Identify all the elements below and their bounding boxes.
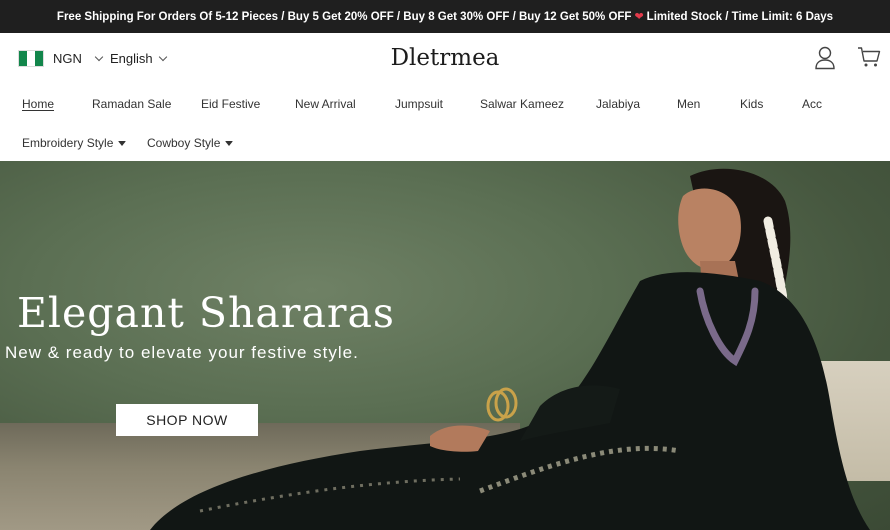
currency-selector[interactable]: NGN [53, 51, 104, 66]
cart-icon[interactable] [857, 46, 881, 68]
caret-down-icon [118, 141, 127, 147]
chevron-down-icon [158, 52, 167, 62]
nav-item-eid-festive[interactable]: Eid Festive [201, 97, 260, 111]
nav-item-new-arrival[interactable]: New Arrival [295, 97, 356, 111]
announcement-bar: Free Shipping For Orders Of 5-12 Pieces … [0, 0, 890, 33]
nav-item-label: Embroidery Style [22, 136, 114, 150]
nav-item-kids[interactable]: Kids [740, 97, 763, 111]
broken-heart-icon: ❤ [634, 11, 644, 23]
nav-item-salwar-kameez[interactable]: Salwar Kameez [480, 97, 564, 111]
chevron-down-icon [94, 52, 104, 62]
hero-banner[interactable]: Elegant Shararas New & ready to elevate … [0, 161, 890, 530]
user-icon[interactable] [814, 46, 836, 70]
site-logo[interactable]: Dletrmea [391, 45, 500, 71]
nav-item-ramadan-sale[interactable]: Ramadan Sale [92, 97, 171, 111]
hero-subtitle: New & ready to elevate your festive styl… [5, 343, 359, 362]
announcement-text-end: Limited Stock / Time Limit: 6 Days [646, 10, 834, 23]
nav-item-embroidery-style[interactable]: Embroidery Style [22, 136, 127, 150]
caret-down-icon [225, 141, 234, 147]
nav-item-home[interactable]: Home [22, 97, 54, 111]
nav-item-men[interactable]: Men [677, 97, 700, 111]
shop-now-button[interactable]: SHOP NOW [116, 404, 258, 436]
language-selector[interactable]: English [110, 51, 167, 66]
nav-item-acc[interactable]: Acc [802, 97, 822, 111]
currency-label: NGN [53, 51, 82, 66]
nav-item-jumpsuit[interactable]: Jumpsuit [395, 97, 443, 111]
hero-title: Elegant Shararas [17, 289, 395, 337]
main-nav: Home Ramadan Sale Eid Festive New Arriva… [0, 85, 890, 161]
nav-item-jalabiya[interactable]: Jalabiya [596, 97, 640, 111]
announcement-text: Free Shipping For Orders Of 5-12 Pieces … [56, 10, 632, 23]
nav-item-cowboy-style[interactable]: Cowboy Style [147, 136, 234, 150]
nav-item-label: Cowboy Style [147, 136, 221, 150]
language-label: English [110, 51, 153, 66]
site-header: NGN English Dletrmea [0, 33, 890, 85]
nigeria-flag-icon [18, 50, 44, 67]
